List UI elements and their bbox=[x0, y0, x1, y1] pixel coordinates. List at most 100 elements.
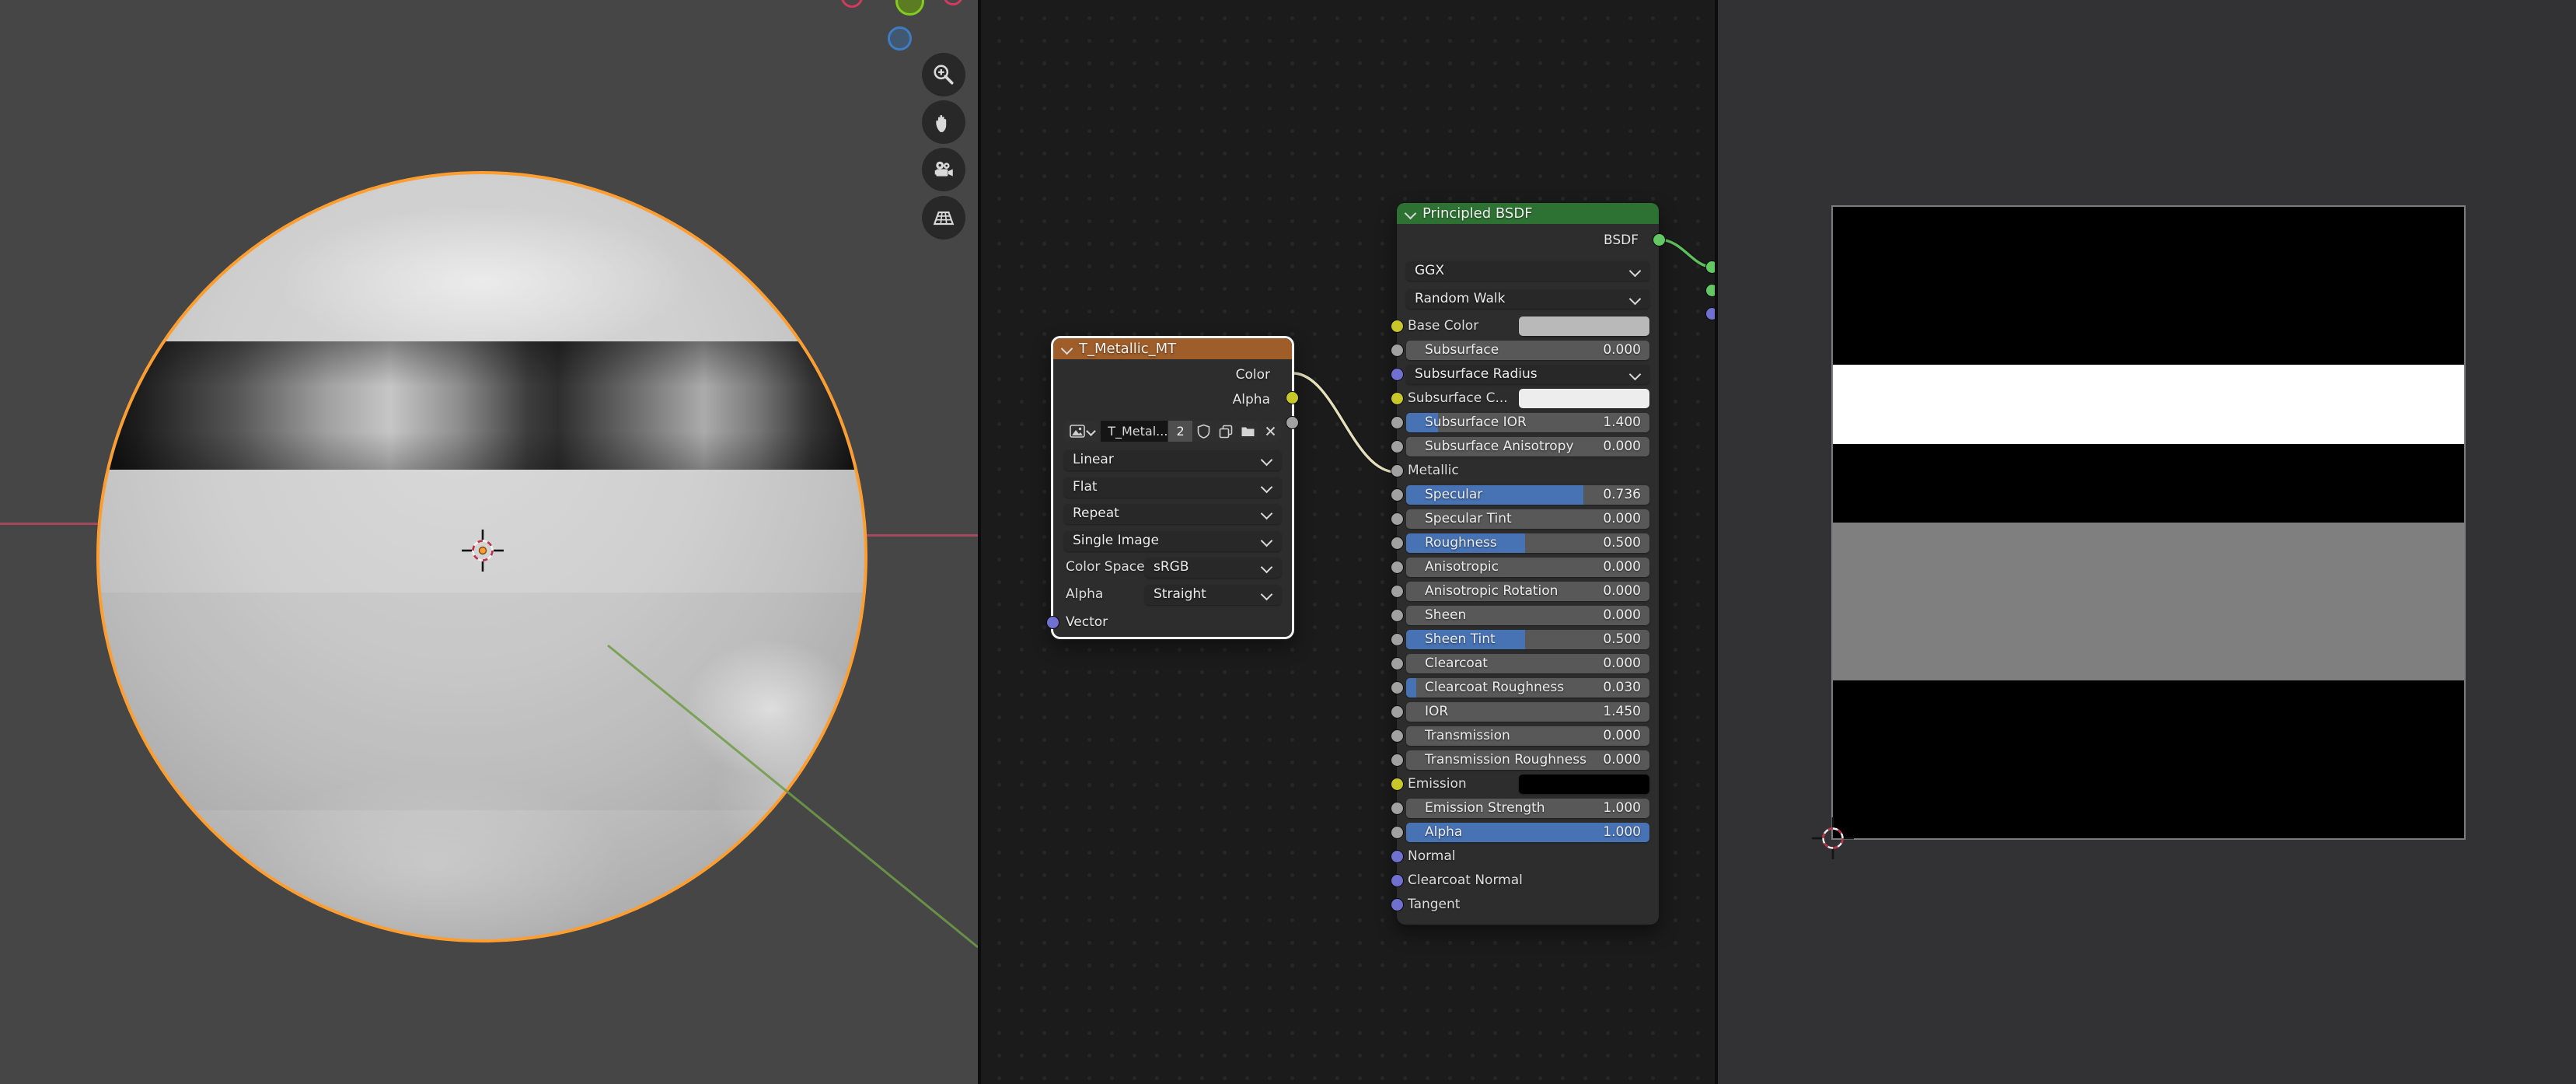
socket-subsurface-input[interactable] bbox=[1391, 344, 1404, 357]
row-transmission-roughness[interactable]: Transmission Roughness0.000 bbox=[1406, 750, 1649, 770]
socket-alpha-input[interactable] bbox=[1391, 826, 1404, 839]
image-editor[interactable] bbox=[1718, 0, 2576, 1084]
row-clearcoat[interactable]: Clearcoat0.000 bbox=[1406, 654, 1649, 673]
socket-subsurface-ior-input[interactable] bbox=[1391, 416, 1404, 429]
socket-bsdf-output[interactable] bbox=[1653, 233, 1666, 247]
socket-sheen-tint-input[interactable] bbox=[1391, 633, 1404, 646]
row-clearcoat-roughness[interactable]: Clearcoat Roughness0.030 bbox=[1406, 678, 1649, 698]
alpha-mode-dropdown[interactable]: Straight bbox=[1145, 585, 1281, 605]
row-alpha[interactable]: Alpha1.000 bbox=[1406, 823, 1649, 842]
menu-repeat[interactable]: Repeat bbox=[1064, 504, 1281, 524]
row-ior[interactable]: IOR1.450 bbox=[1406, 702, 1649, 722]
row-roughness[interactable]: Roughness0.500 bbox=[1406, 533, 1649, 553]
subsurface-method-dropdown[interactable]: Random Walk bbox=[1406, 289, 1649, 309]
row-base-color[interactable]: Base Color bbox=[1406, 316, 1649, 336]
socket-clearcoat-roughness-input[interactable] bbox=[1391, 681, 1404, 694]
row-subsurface-radius[interactable]: Subsurface Radius bbox=[1406, 365, 1649, 384]
socket-anisotropic-rotation-input[interactable] bbox=[1391, 585, 1404, 598]
socket-normal-input[interactable] bbox=[1391, 850, 1404, 863]
x-axis-line-left bbox=[0, 523, 99, 525]
socket-transmission-roughness-input[interactable] bbox=[1391, 754, 1404, 767]
color-swatch-base-color[interactable] bbox=[1519, 316, 1649, 336]
users-count-button[interactable]: 2 bbox=[1168, 421, 1192, 442]
socket-specular-input[interactable] bbox=[1391, 488, 1404, 502]
socket-base-color-input[interactable] bbox=[1391, 320, 1404, 333]
color-swatch-subsurface-c[interactable] bbox=[1519, 389, 1649, 408]
chevron-down-icon bbox=[1261, 454, 1273, 467]
row-subsurface-c[interactable]: Subsurface C... bbox=[1406, 389, 1649, 408]
row-subsurface-ior[interactable]: Subsurface IOR1.400 bbox=[1406, 413, 1649, 432]
collapse-chevron-icon[interactable] bbox=[1405, 208, 1417, 220]
chevron-down-icon bbox=[1086, 426, 1096, 436]
camera-view-icon bbox=[932, 158, 955, 181]
socket-ior-input[interactable] bbox=[1391, 705, 1404, 719]
row-subsurface[interactable]: Subsurface0.000 bbox=[1406, 341, 1649, 360]
socket-output-volume[interactable] bbox=[1705, 284, 1715, 297]
row-metallic: Metallic bbox=[1406, 461, 1649, 481]
duplicate-icon bbox=[1219, 425, 1233, 439]
socket-anisotropic-input[interactable] bbox=[1391, 561, 1404, 574]
zoom-button[interactable] bbox=[922, 53, 965, 96]
alpha-mode-label: Alpha bbox=[1066, 586, 1103, 602]
chevron-down-icon bbox=[1629, 265, 1642, 278]
socket-color-output[interactable] bbox=[1286, 391, 1299, 404]
socket-clearcoat-normal-input[interactable] bbox=[1391, 874, 1404, 887]
socket-transmission-input[interactable] bbox=[1391, 729, 1404, 743]
socket-tangent-input[interactable] bbox=[1391, 898, 1404, 911]
image-browse-button[interactable] bbox=[1064, 421, 1100, 442]
image-texture-node-header[interactable]: T_Metallic_MT bbox=[1053, 338, 1292, 359]
output-label-alpha: Alpha bbox=[1233, 392, 1270, 407]
socket-output-displacement[interactable] bbox=[1705, 307, 1715, 320]
new-image-button[interactable] bbox=[1215, 421, 1237, 442]
row-specular[interactable]: Specular0.736 bbox=[1406, 485, 1649, 505]
socket-emission-strength-input[interactable] bbox=[1391, 802, 1404, 815]
open-image-button[interactable] bbox=[1237, 421, 1259, 442]
row-emission[interactable]: Emission bbox=[1406, 775, 1649, 794]
color-space-dropdown[interactable]: sRGB bbox=[1145, 558, 1281, 578]
principled-bsdf-node[interactable]: Principled BSDF BSDF GGX Random Walk Bas… bbox=[1396, 202, 1660, 925]
shader-node-editor[interactable]: T_Metallic_MT Color Alpha T_Metal... 2 bbox=[981, 0, 1715, 1084]
row-transmission[interactable]: Transmission0.000 bbox=[1406, 726, 1649, 746]
row-sheen[interactable]: Sheen0.000 bbox=[1406, 606, 1649, 625]
socket-subsurface-anisotropy-input[interactable] bbox=[1391, 440, 1404, 453]
fake-user-button[interactable] bbox=[1193, 421, 1215, 442]
viewport-3d[interactable] bbox=[0, 0, 978, 1084]
socket-subsurface-c-input[interactable] bbox=[1391, 392, 1404, 405]
socket-specular-tint-input[interactable] bbox=[1391, 512, 1404, 526]
image-name-field[interactable]: T_Metal... bbox=[1101, 421, 1168, 442]
gizmo-y-axis-ball[interactable] bbox=[895, 0, 924, 16]
socket-sheen-input[interactable] bbox=[1391, 609, 1404, 622]
blender-window: T_Metallic_MT Color Alpha T_Metal... 2 bbox=[0, 0, 2576, 1084]
socket-vector-input[interactable] bbox=[1046, 616, 1059, 629]
menu-linear[interactable]: Linear bbox=[1064, 450, 1281, 470]
principled-node-header[interactable]: Principled BSDF bbox=[1397, 203, 1659, 224]
texture-stripe bbox=[1833, 444, 2464, 523]
socket-metallic-input[interactable] bbox=[1391, 464, 1404, 477]
row-subsurface-anisotropy[interactable]: Subsurface Anisotropy0.000 bbox=[1406, 437, 1649, 456]
collapse-chevron-icon[interactable] bbox=[1061, 343, 1073, 355]
row-anisotropic-rotation[interactable]: Anisotropic Rotation0.000 bbox=[1406, 582, 1649, 601]
row-anisotropic[interactable]: Anisotropic0.000 bbox=[1406, 558, 1649, 577]
socket-alpha-output[interactable] bbox=[1286, 416, 1299, 429]
menu-single-image[interactable]: Single Image bbox=[1064, 531, 1281, 551]
gizmo-x-axis-ball[interactable] bbox=[841, 0, 863, 8]
socket-emission-input[interactable] bbox=[1391, 778, 1404, 791]
row-sheen-tint[interactable]: Sheen Tint0.500 bbox=[1406, 630, 1649, 649]
color-swatch-emission[interactable] bbox=[1519, 775, 1649, 794]
socket-clearcoat-input[interactable] bbox=[1391, 657, 1404, 670]
distribution-dropdown[interactable]: GGX bbox=[1406, 261, 1649, 281]
row-specular-tint[interactable]: Specular Tint0.000 bbox=[1406, 509, 1649, 529]
unlink-image-button[interactable] bbox=[1259, 421, 1281, 442]
gizmo-z-axis-ball[interactable] bbox=[888, 26, 912, 51]
gizmo-x2-axis-ball[interactable] bbox=[943, 0, 963, 5]
socket-subsurface-radius-input[interactable] bbox=[1391, 368, 1404, 381]
row-emission-strength[interactable]: Emission Strength1.000 bbox=[1406, 799, 1649, 818]
camera-view-button[interactable] bbox=[922, 148, 965, 191]
socket-roughness-input[interactable] bbox=[1391, 537, 1404, 550]
hand-pan-icon bbox=[932, 110, 955, 134]
menu-flat[interactable]: Flat bbox=[1064, 477, 1281, 498]
image-texture-node[interactable]: T_Metallic_MT Color Alpha T_Metal... 2 bbox=[1051, 336, 1294, 639]
socket-output-surface[interactable] bbox=[1705, 261, 1715, 274]
pan-button[interactable] bbox=[922, 100, 965, 144]
perspective-toggle-button[interactable] bbox=[922, 196, 965, 240]
